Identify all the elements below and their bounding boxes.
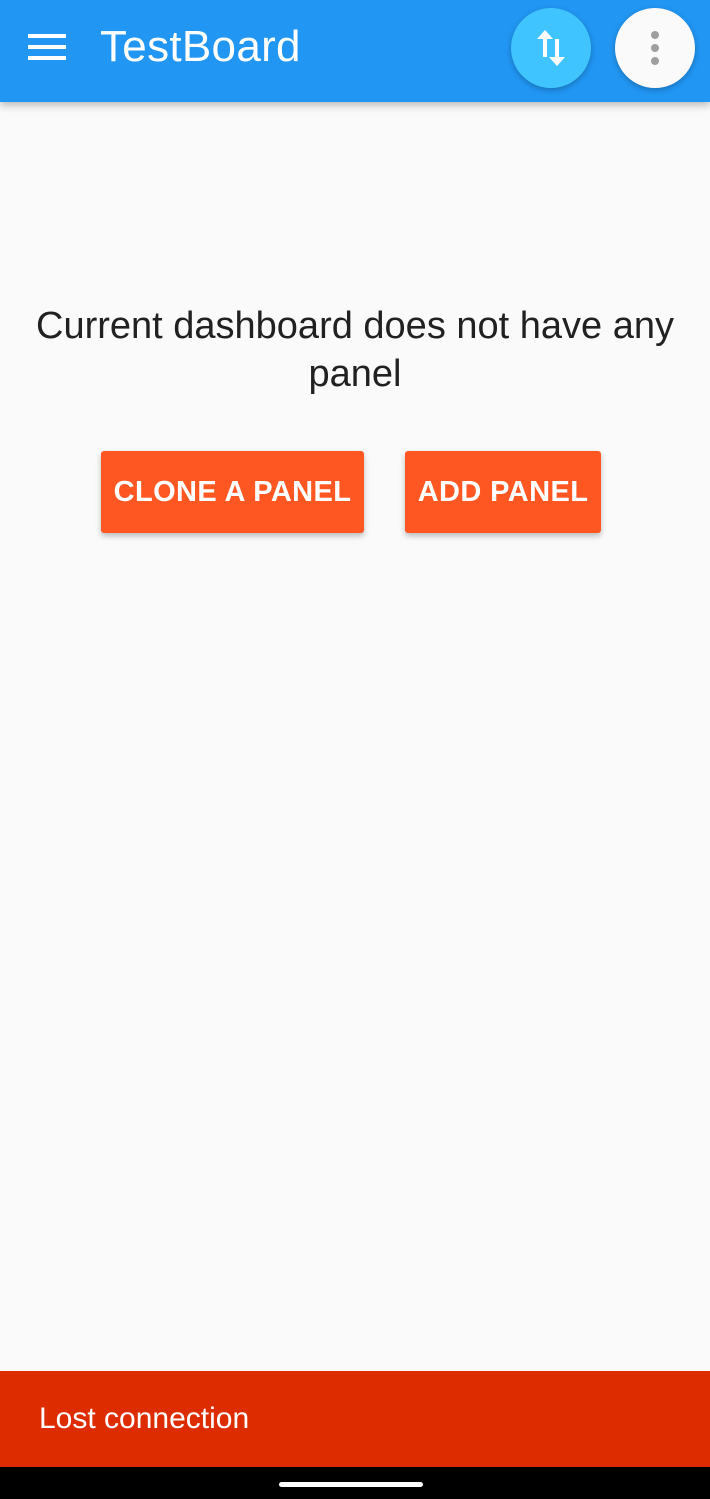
swap-vertical-icon bbox=[537, 30, 565, 66]
more-vert-icon bbox=[651, 31, 659, 65]
empty-dashboard-message: Current dashboard does not have any pane… bbox=[36, 305, 674, 395]
clone-panel-button[interactable]: CLONE A PANEL bbox=[101, 451, 364, 533]
hamburger-menu-icon bbox=[28, 34, 66, 60]
sync-button[interactable] bbox=[511, 8, 591, 88]
dashboard-title: TestBoard bbox=[100, 22, 301, 71]
snackbar-message: Lost connection bbox=[39, 1402, 250, 1435]
app-bar: TestBoard bbox=[0, 0, 710, 102]
app-screen: TestBoard Current dashboard does not hav… bbox=[0, 0, 710, 1499]
home-gesture-handle[interactable] bbox=[279, 1482, 423, 1487]
more-options-button[interactable] bbox=[615, 8, 695, 88]
system-navigation-bar bbox=[0, 1467, 710, 1499]
connection-snackbar: Lost connection bbox=[0, 1371, 710, 1467]
add-panel-button[interactable]: ADD PANEL bbox=[405, 451, 601, 533]
menu-button[interactable] bbox=[20, 22, 74, 72]
